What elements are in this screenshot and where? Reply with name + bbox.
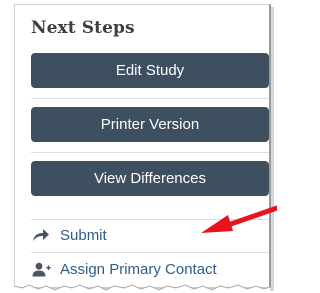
divider	[31, 152, 269, 153]
view-differences-button[interactable]: View Differences	[31, 161, 269, 196]
divider	[31, 98, 269, 99]
submit-link[interactable]: Submit	[31, 222, 107, 248]
panel-title: Next Steps	[31, 18, 135, 38]
assign-primary-contact-label: Assign Primary Contact	[60, 260, 217, 278]
divider	[31, 219, 269, 220]
divider	[31, 252, 269, 253]
next-steps-panel: Next Steps Edit Study Printer Version Vi…	[14, 4, 271, 288]
printer-version-button[interactable]: Printer Version	[31, 107, 269, 142]
edit-study-button[interactable]: Edit Study	[31, 53, 269, 88]
assign-primary-contact-link[interactable]: Assign Primary Contact	[31, 256, 217, 282]
torn-edge	[14, 284, 270, 293]
share-arrow-icon	[31, 227, 51, 243]
submit-label: Submit	[60, 226, 107, 244]
add-user-icon	[31, 261, 51, 277]
